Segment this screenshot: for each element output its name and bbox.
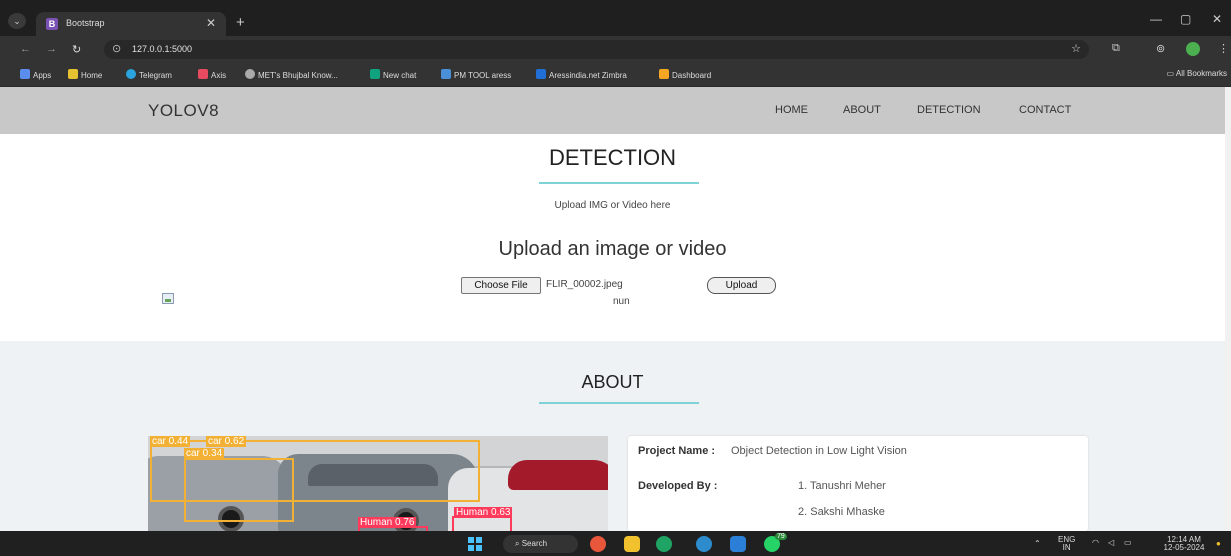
upload-heading: Upload an image or video (498, 238, 727, 260)
developer-name: 1. Tanushri Meher (798, 480, 886, 492)
bookmark-star-icon[interactable]: ☆ (1071, 42, 1081, 55)
upload-button[interactable]: Upload (707, 277, 776, 294)
browser-titlebar: ⌄ B Bootstrap ✕ + — ▢ ✕ (0, 0, 1231, 36)
tab-close-icon[interactable]: ✕ (206, 16, 216, 30)
edge-icon[interactable] (656, 536, 672, 552)
all-bookmarks[interactable]: ▭ All Bookmarks (1167, 69, 1227, 78)
bookmarks-bar: Apps Home Telegram Axis MET's Bhujbal Kn… (0, 63, 1231, 87)
detection-divider (539, 182, 699, 184)
site-info-icon[interactable]: ⊙ (112, 42, 121, 55)
clock[interactable]: 12:14 AM 12-05-2024 (1158, 536, 1210, 552)
nav-contact[interactable]: CONTACT (1019, 104, 1071, 116)
tab-search-icon[interactable]: ⌄ (8, 13, 26, 29)
address-bar[interactable]: ⊙ 127.0.0.1:5000 ☆ (104, 40, 1089, 59)
choose-file-button[interactable]: Choose File (461, 277, 541, 294)
chrome-icon[interactable] (696, 536, 712, 552)
url-text: 127.0.0.1:5000 (132, 44, 193, 54)
folder-icon (68, 69, 78, 79)
nav-about[interactable]: ABOUT (843, 104, 881, 116)
selected-file-name: FLIR_00002.jpeg (546, 279, 623, 290)
zimbra-icon (536, 69, 546, 79)
language-indicator[interactable]: ENG IN (1058, 536, 1075, 552)
detection-title: DETECTION (548, 145, 677, 170)
bookmark-dashboard[interactable]: Dashboard (659, 69, 711, 80)
browser-menu-icon[interactable]: ⋮ (1218, 42, 1229, 55)
windows-taskbar: ⌕ Search 79 ⌃ ENG IN ◠ ◁ ▭ 12:14 AM 12-05-… (0, 531, 1231, 556)
tray-chevron-icon[interactable]: ⌃ (1034, 540, 1041, 548)
page-scrollbar[interactable] (1225, 87, 1231, 531)
taskbar-search[interactable]: ⌕ Search (503, 535, 578, 553)
apps-grid-icon (20, 69, 30, 79)
developer-name: 2. Sakshi Mhaske (798, 506, 885, 518)
detection-label: Human 0.76 (358, 517, 417, 528)
bookmark-apps[interactable]: Apps (20, 69, 51, 80)
chat-icon (370, 69, 380, 79)
reload-icon[interactable]: ↻ (72, 43, 81, 56)
vscode-icon[interactable] (730, 536, 746, 552)
detection-result-text: nun (613, 296, 630, 307)
bookmark-zimbra[interactable]: Aressindia.net Zimbra (536, 69, 627, 80)
nav-detection[interactable]: DETECTION (917, 104, 981, 116)
colorful-app-icon[interactable] (590, 536, 606, 552)
site-navbar: YOLOV8 HOME ABOUT DETECTION CONTACT (0, 87, 1225, 134)
project-name-value: Object Detection in Low Light Vision (731, 445, 907, 457)
bookmark-telegram[interactable]: Telegram (126, 69, 172, 80)
forward-arrow-icon[interactable]: → (46, 43, 57, 55)
detection-result-image: car 0.44 car 0.62 car 0.34 Human 0.63 Hu… (148, 436, 608, 531)
project-info-card: Project Name : Object Detection in Low L… (628, 436, 1088, 531)
file-explorer-icon[interactable] (624, 536, 640, 552)
about-divider (539, 402, 699, 404)
dashboard-icon (659, 69, 669, 79)
detection-label: car 0.44 (150, 436, 191, 447)
detection-box (184, 458, 294, 522)
bookmark-axis[interactable]: Axis (198, 69, 226, 80)
broken-image-icon (162, 293, 174, 304)
notification-bell-icon[interactable]: ● (1216, 540, 1221, 548)
page-viewport: YOLOV8 HOME ABOUT DETECTION CONTACT DETE… (0, 87, 1231, 531)
maximize-icon[interactable]: ▢ (1180, 12, 1191, 26)
about-title: ABOUT (581, 372, 644, 392)
notification-badge: 79 (775, 533, 787, 540)
bootstrap-favicon-icon: B (46, 18, 58, 30)
battery-icon[interactable]: ▭ (1124, 539, 1132, 547)
developed-by-label: Developed By : (638, 480, 718, 492)
detection-box (452, 516, 512, 531)
extensions-icon[interactable]: ⧉ (1112, 42, 1120, 55)
document-icon (441, 69, 451, 79)
detection-label: car 0.34 (184, 448, 225, 459)
volume-icon[interactable]: ◁ (1108, 539, 1114, 547)
bookmark-met[interactable]: MET's Bhujbal Know... (245, 69, 338, 80)
telegram-icon (126, 69, 136, 79)
new-tab-plus-icon[interactable]: + (236, 14, 245, 31)
detection-label: car 0.62 (206, 436, 247, 447)
tab-title: Bootstrap (66, 18, 105, 28)
back-arrow-icon[interactable]: ← (20, 43, 31, 55)
detection-label: Human 0.63 (454, 507, 513, 518)
windows-start-icon[interactable] (468, 537, 482, 551)
profile-avatar-icon[interactable] (1186, 42, 1200, 56)
axis-icon (198, 69, 208, 79)
brand-logo[interactable]: YOLOV8 (148, 101, 219, 121)
browser-toolbar: ← → ↻ ⊙ 127.0.0.1:5000 ☆ ⧉ ⊚ ⋮ (0, 36, 1231, 63)
wifi-icon[interactable]: ◠ (1092, 539, 1099, 547)
bookmark-new-chat[interactable]: New chat (370, 69, 416, 80)
downloads-icon[interactable]: ⊚ (1156, 42, 1165, 55)
project-name-label: Project Name : (638, 445, 716, 457)
car-shape (508, 460, 608, 490)
close-window-icon[interactable]: ✕ (1212, 12, 1222, 26)
detection-subtitle: Upload IMG or Video here (554, 200, 671, 211)
globe-icon (245, 69, 255, 79)
nav-home[interactable]: HOME (775, 104, 808, 116)
browser-tab[interactable]: B Bootstrap ✕ (36, 12, 226, 36)
minimize-icon[interactable]: — (1150, 12, 1162, 26)
bookmark-pm-tool[interactable]: PM TOOL aress (441, 69, 511, 80)
bookmark-home[interactable]: Home (68, 69, 102, 80)
